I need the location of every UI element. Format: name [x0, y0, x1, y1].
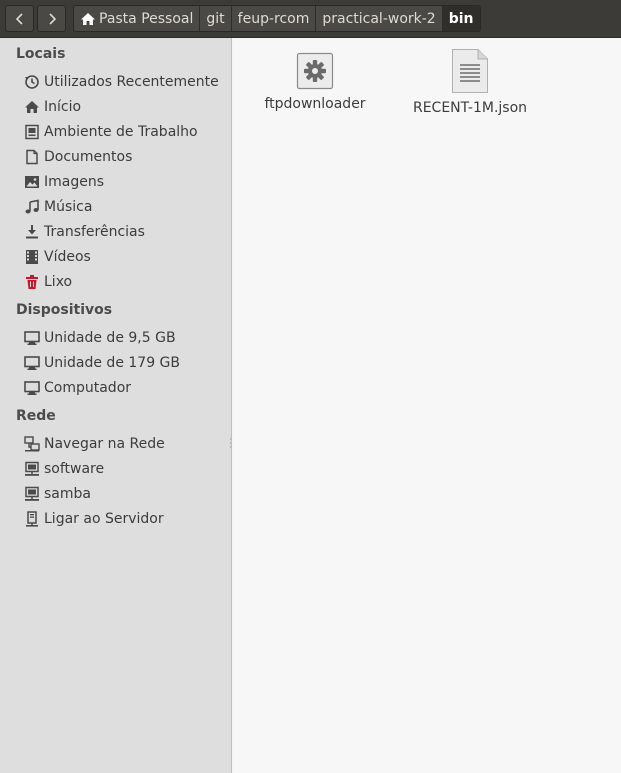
- sidebar-item-software[interactable]: software: [24, 458, 104, 480]
- sidebar-item-label: Música: [44, 199, 93, 215]
- download-icon: [24, 224, 40, 240]
- text-document-icon: [452, 49, 488, 93]
- toolbar: Pasta Pessoal git feup-rcom practical-wo…: [0, 0, 621, 38]
- drive-icon: [24, 330, 40, 346]
- sidebar-item-label: Transferências: [44, 224, 145, 240]
- home-icon: [80, 11, 96, 27]
- drive-icon: [24, 355, 40, 371]
- sidebar-item-label: Unidade de 9,5 GB: [44, 330, 176, 346]
- home-icon: [24, 99, 40, 115]
- file-view: ftpdownloader RECENT-1M.json: [233, 38, 621, 773]
- document-icon: [24, 149, 40, 165]
- breadcrumb-label: feup-rcom: [237, 10, 310, 27]
- sidebar-item-drive-179gb[interactable]: Unidade de 179 GB: [24, 352, 180, 374]
- sidebar-item-recent[interactable]: Utilizados Recentemente: [24, 71, 219, 93]
- sidebar-item-connect-server[interactable]: Ligar ao Servidor: [24, 508, 164, 530]
- sidebar-item-browse-network[interactable]: Navegar na Rede: [24, 433, 165, 455]
- forward-button[interactable]: [37, 5, 66, 32]
- breadcrumb-practical-work-2[interactable]: practical-work-2: [316, 6, 443, 31]
- sidebar-item-label: samba: [44, 486, 91, 502]
- network-share-icon: [24, 486, 40, 502]
- sidebar-item-trash[interactable]: Lixo: [24, 271, 72, 293]
- sidebar-item-label: Documentos: [44, 149, 133, 165]
- sidebar-item-pictures[interactable]: Imagens: [24, 171, 104, 193]
- section-title-rede: Rede: [16, 408, 56, 424]
- sidebar-item-samba[interactable]: samba: [24, 483, 91, 505]
- server-icon: [24, 511, 40, 527]
- sidebar: Locais Utilizados Recentemente Início Am…: [0, 38, 232, 773]
- chevron-left-icon: [15, 12, 23, 25]
- picture-icon: [24, 174, 40, 190]
- breadcrumb-git[interactable]: git: [200, 6, 232, 31]
- sidebar-item-documents[interactable]: Documentos: [24, 146, 132, 168]
- sidebar-item-label: Lixo: [44, 274, 73, 290]
- breadcrumb-label: bin: [448, 10, 474, 27]
- pane-resize-handle[interactable]: · · ·: [229, 436, 232, 453]
- sidebar-item-label: Navegar na Rede: [44, 436, 165, 452]
- file-item-recent-json[interactable]: RECENT-1M.json: [405, 48, 535, 116]
- sidebar-item-label: Ligar ao Servidor: [44, 511, 164, 527]
- computer-icon: [24, 380, 40, 396]
- sidebar-item-desktop[interactable]: Ambiente de Trabalho: [24, 121, 198, 143]
- file-name: ftpdownloader: [264, 96, 366, 112]
- sidebar-item-videos[interactable]: Vídeos: [24, 246, 91, 268]
- network-share-icon: [24, 461, 40, 477]
- trash-icon: [24, 274, 40, 290]
- breadcrumb-bin[interactable]: bin: [442, 6, 480, 31]
- sidebar-item-downloads[interactable]: Transferências: [24, 221, 145, 243]
- sidebar-item-label: Início: [44, 99, 82, 115]
- sidebar-item-label: Ambiente de Trabalho: [44, 124, 198, 140]
- chevron-right-icon: [48, 12, 56, 25]
- sidebar-item-label: Unidade de 179 GB: [44, 355, 181, 371]
- sidebar-item-computer[interactable]: Computador: [24, 377, 131, 399]
- breadcrumb-label: git: [206, 10, 225, 27]
- breadcrumb-feup-rcom[interactable]: feup-rcom: [231, 6, 317, 31]
- section-title-locais: Locais: [16, 46, 66, 62]
- breadcrumb: Pasta Pessoal git feup-rcom practical-wo…: [73, 5, 481, 32]
- sidebar-item-label: Vídeos: [44, 249, 91, 265]
- sidebar-item-label: Computador: [44, 380, 132, 396]
- section-title-dispositivos: Dispositivos: [16, 302, 113, 318]
- music-note-icon: [24, 199, 40, 215]
- sidebar-item-label: Utilizados Recentemente: [44, 74, 219, 90]
- recent-clock-icon: [24, 74, 40, 90]
- back-button[interactable]: [5, 5, 34, 32]
- desktop-icon: [24, 124, 40, 140]
- breadcrumb-label: Pasta Pessoal: [99, 10, 194, 27]
- sidebar-item-drive-9gb[interactable]: Unidade de 9,5 GB: [24, 327, 176, 349]
- breadcrumb-home[interactable]: Pasta Pessoal: [74, 6, 201, 31]
- network-icon: [24, 436, 40, 452]
- file-item-ftpdownloader[interactable]: ftpdownloader: [250, 52, 380, 112]
- film-icon: [24, 249, 40, 265]
- sidebar-item-label: software: [44, 461, 105, 477]
- executable-gear-icon: [296, 52, 334, 90]
- file-name: RECENT-1M.json: [412, 100, 528, 116]
- sidebar-item-label: Imagens: [44, 174, 105, 190]
- sidebar-item-home[interactable]: Início: [24, 96, 81, 118]
- breadcrumb-label: practical-work-2: [322, 10, 436, 27]
- sidebar-item-music[interactable]: Música: [24, 196, 92, 218]
